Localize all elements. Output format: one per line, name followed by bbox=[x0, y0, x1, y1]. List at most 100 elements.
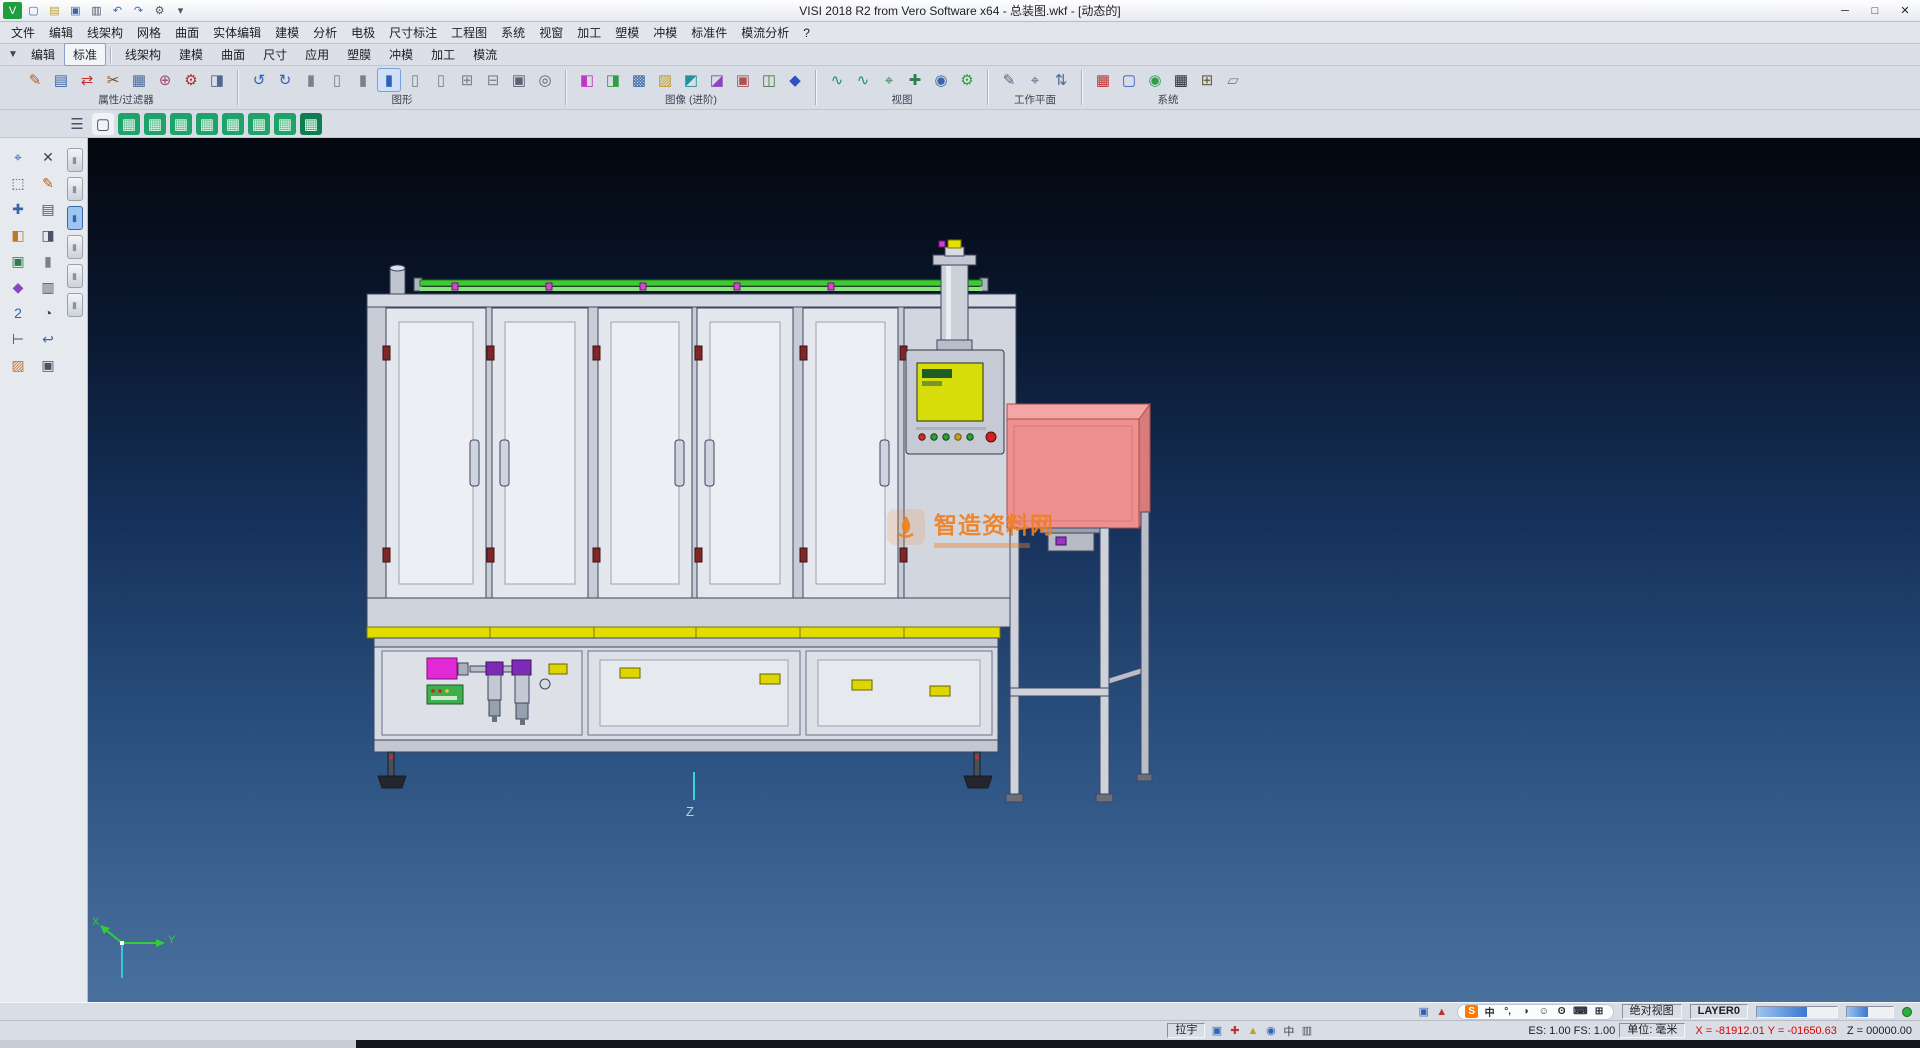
wave-view-2-icon[interactable]: ∿ bbox=[852, 69, 874, 91]
light-icon[interactable]: ◪ bbox=[706, 69, 728, 91]
tab-item[interactable]: 冲模 bbox=[380, 43, 422, 66]
cylinder-4-icon[interactable]: ▯ bbox=[404, 69, 426, 91]
cylinder-tool-icon[interactable]: ▮ bbox=[36, 250, 60, 272]
tab-item[interactable]: 编辑 bbox=[22, 43, 64, 66]
erase-icon[interactable]: ◨ bbox=[36, 224, 60, 246]
link-entities-icon[interactable]: ⊕ bbox=[154, 69, 176, 91]
new-file-icon[interactable]: ▢ bbox=[24, 2, 43, 19]
display-toggle-2[interactable]: ▮ bbox=[67, 177, 83, 201]
plane-edit-icon[interactable]: ✎ bbox=[998, 69, 1020, 91]
sogou-icon[interactable]: S bbox=[1465, 1005, 1478, 1018]
render-magenta-icon[interactable]: ◧ bbox=[576, 69, 598, 91]
undo-tool-icon[interactable]: ↩ bbox=[36, 328, 60, 350]
tab-item[interactable]: 线架构 bbox=[116, 43, 170, 66]
axis-cross-icon[interactable]: ✚ bbox=[904, 69, 926, 91]
slab-icon[interactable]: ▱ bbox=[1222, 69, 1244, 91]
delete-icon[interactable]: ✕ bbox=[36, 146, 60, 168]
texture-icon[interactable]: ▩ bbox=[628, 69, 650, 91]
menu-item[interactable]: 线架构 bbox=[80, 22, 130, 43]
layer-label[interactable]: LAYER0 bbox=[1690, 1004, 1748, 1019]
measure-2-icon[interactable]: 2 bbox=[6, 302, 30, 324]
display-toggle-6[interactable]: ▮ bbox=[67, 293, 83, 317]
shaded-box-icon[interactable]: ▣ bbox=[508, 69, 530, 91]
render-green-icon[interactable]: ◨ bbox=[602, 69, 624, 91]
menu-item[interactable]: 塑模 bbox=[608, 22, 646, 43]
wave-view-icon[interactable]: ∿ bbox=[826, 69, 848, 91]
menu-item[interactable]: 文件 bbox=[4, 22, 42, 43]
tab-standard[interactable]: 标准 bbox=[64, 43, 106, 66]
menu-item[interactable]: 冲模 bbox=[646, 22, 684, 43]
refresh-view-icon[interactable]: ↺ bbox=[248, 69, 270, 91]
menu-item[interactable]: ? bbox=[796, 24, 817, 42]
redraw-icon[interactable]: ↻ bbox=[274, 69, 296, 91]
dark-grid-icon[interactable]: ▦ bbox=[1170, 69, 1192, 91]
display-toggle-4[interactable]: ▮ bbox=[67, 235, 83, 259]
purple-tool-icon[interactable]: ◆ bbox=[6, 276, 30, 298]
sketch-icon[interactable]: ✎ bbox=[36, 172, 60, 194]
filter-layers-icon[interactable]: ▤ bbox=[50, 69, 72, 91]
cylinder-5-icon[interactable]: ▯ bbox=[430, 69, 452, 91]
axis-target-icon[interactable]: ⌖ bbox=[878, 69, 900, 91]
keyboard-icon[interactable]: ⌨ bbox=[1573, 1005, 1587, 1018]
redo-icon[interactable]: ↷ bbox=[129, 2, 148, 19]
machine-3d-model[interactable] bbox=[88, 138, 1920, 1002]
grid-filter-icon[interactable]: ▦ bbox=[128, 69, 150, 91]
emoji-icon[interactable]: ☺ bbox=[1537, 1005, 1550, 1018]
info-blue-icon[interactable]: ◉ bbox=[1263, 1024, 1278, 1038]
punctuation-icon[interactable]: °, bbox=[1501, 1005, 1514, 1018]
mic-icon[interactable]: ʘ bbox=[1555, 1005, 1568, 1018]
lang-cn-icon[interactable]: 中 bbox=[1483, 1005, 1496, 1018]
column-highlight-icon[interactable]: ▮ bbox=[378, 69, 400, 91]
warn-yellow-icon[interactable]: ▲ bbox=[1245, 1024, 1260, 1038]
box-cylinder-icon[interactable]: ⊞ bbox=[456, 69, 478, 91]
tab-item[interactable]: 建模 bbox=[170, 43, 212, 66]
plane-flip-icon[interactable]: ⇅ bbox=[1050, 69, 1072, 91]
gear-red-icon[interactable]: ⚙ bbox=[180, 69, 202, 91]
snap-mode-label[interactable]: 拉宇 bbox=[1167, 1023, 1205, 1038]
copy-icon[interactable]: ▣ bbox=[36, 354, 60, 376]
menu-item[interactable]: 建模 bbox=[268, 22, 306, 43]
eye-view-icon[interactable]: ◉ bbox=[930, 69, 952, 91]
alert-red-icon[interactable]: ✚ bbox=[1227, 1024, 1242, 1038]
menu-item[interactable]: 分析 bbox=[306, 22, 344, 43]
save-status-icon[interactable]: ▣ bbox=[1209, 1024, 1224, 1038]
view-plane-icon[interactable]: ▢ bbox=[92, 113, 114, 135]
view-cube-front-icon[interactable]: ▦ bbox=[144, 113, 166, 135]
menu-item[interactable]: 工程图 bbox=[444, 22, 494, 43]
clock-icon[interactable]: ◔ bbox=[36, 302, 60, 324]
swap-arrows-icon[interactable]: ⇄ bbox=[76, 69, 98, 91]
properties-brush-icon[interactable]: ✎ bbox=[24, 69, 46, 91]
tab-item[interactable]: 曲面 bbox=[212, 43, 254, 66]
cut-filter-icon[interactable]: ✂ bbox=[102, 69, 124, 91]
cylinder-1-icon[interactable]: ▮ bbox=[300, 69, 322, 91]
menu-item[interactable]: 标准件 bbox=[684, 22, 734, 43]
view-cube-left-icon[interactable]: ▦ bbox=[196, 113, 218, 135]
view-cube-bottom-icon[interactable]: ▦ bbox=[274, 113, 296, 135]
visi-logo-icon[interactable]: V bbox=[3, 2, 22, 19]
print-status-icon[interactable]: ▥ bbox=[1299, 1024, 1314, 1038]
minimize-button[interactable]: ─ bbox=[1830, 0, 1860, 21]
menu-item[interactable]: 尺寸标注 bbox=[382, 22, 444, 43]
tab-item[interactable]: 应用 bbox=[296, 43, 338, 66]
move-icon[interactable]: ✚ bbox=[6, 198, 30, 220]
settings-icon[interactable]: ⚙ bbox=[150, 2, 169, 19]
menu-item[interactable]: 视窗 bbox=[532, 22, 570, 43]
viewport-3d[interactable]: 智造资料网 Z Y X bbox=[88, 138, 1920, 1002]
plane-axis-icon[interactable]: ⌖ bbox=[1024, 69, 1046, 91]
shadow-icon[interactable]: ◩ bbox=[680, 69, 702, 91]
menu-item[interactable]: 电极 bbox=[344, 22, 382, 43]
tab-item[interactable]: 模流 bbox=[464, 43, 506, 66]
display-toggle-1[interactable]: ▮ bbox=[67, 148, 83, 172]
menu-item[interactable]: 加工 bbox=[570, 22, 608, 43]
cylinder-2-icon[interactable]: ▯ bbox=[326, 69, 348, 91]
paint-icon[interactable]: ◧ bbox=[6, 224, 30, 246]
close-button[interactable]: ✕ bbox=[1890, 0, 1920, 21]
menu-item[interactable]: 实体编辑 bbox=[206, 22, 268, 43]
view-cube-iso-icon[interactable]: ▦ bbox=[118, 113, 140, 135]
open-file-icon[interactable]: ▤ bbox=[45, 2, 64, 19]
cylinder-3-icon[interactable]: ▮ bbox=[352, 69, 374, 91]
tab-item[interactable]: 尺寸 bbox=[254, 43, 296, 66]
layers-icon[interactable]: ▤ bbox=[36, 198, 60, 220]
menu-item[interactable]: 系统 bbox=[494, 22, 532, 43]
toolbox-icon[interactable]: ⊞ bbox=[1593, 1005, 1606, 1018]
